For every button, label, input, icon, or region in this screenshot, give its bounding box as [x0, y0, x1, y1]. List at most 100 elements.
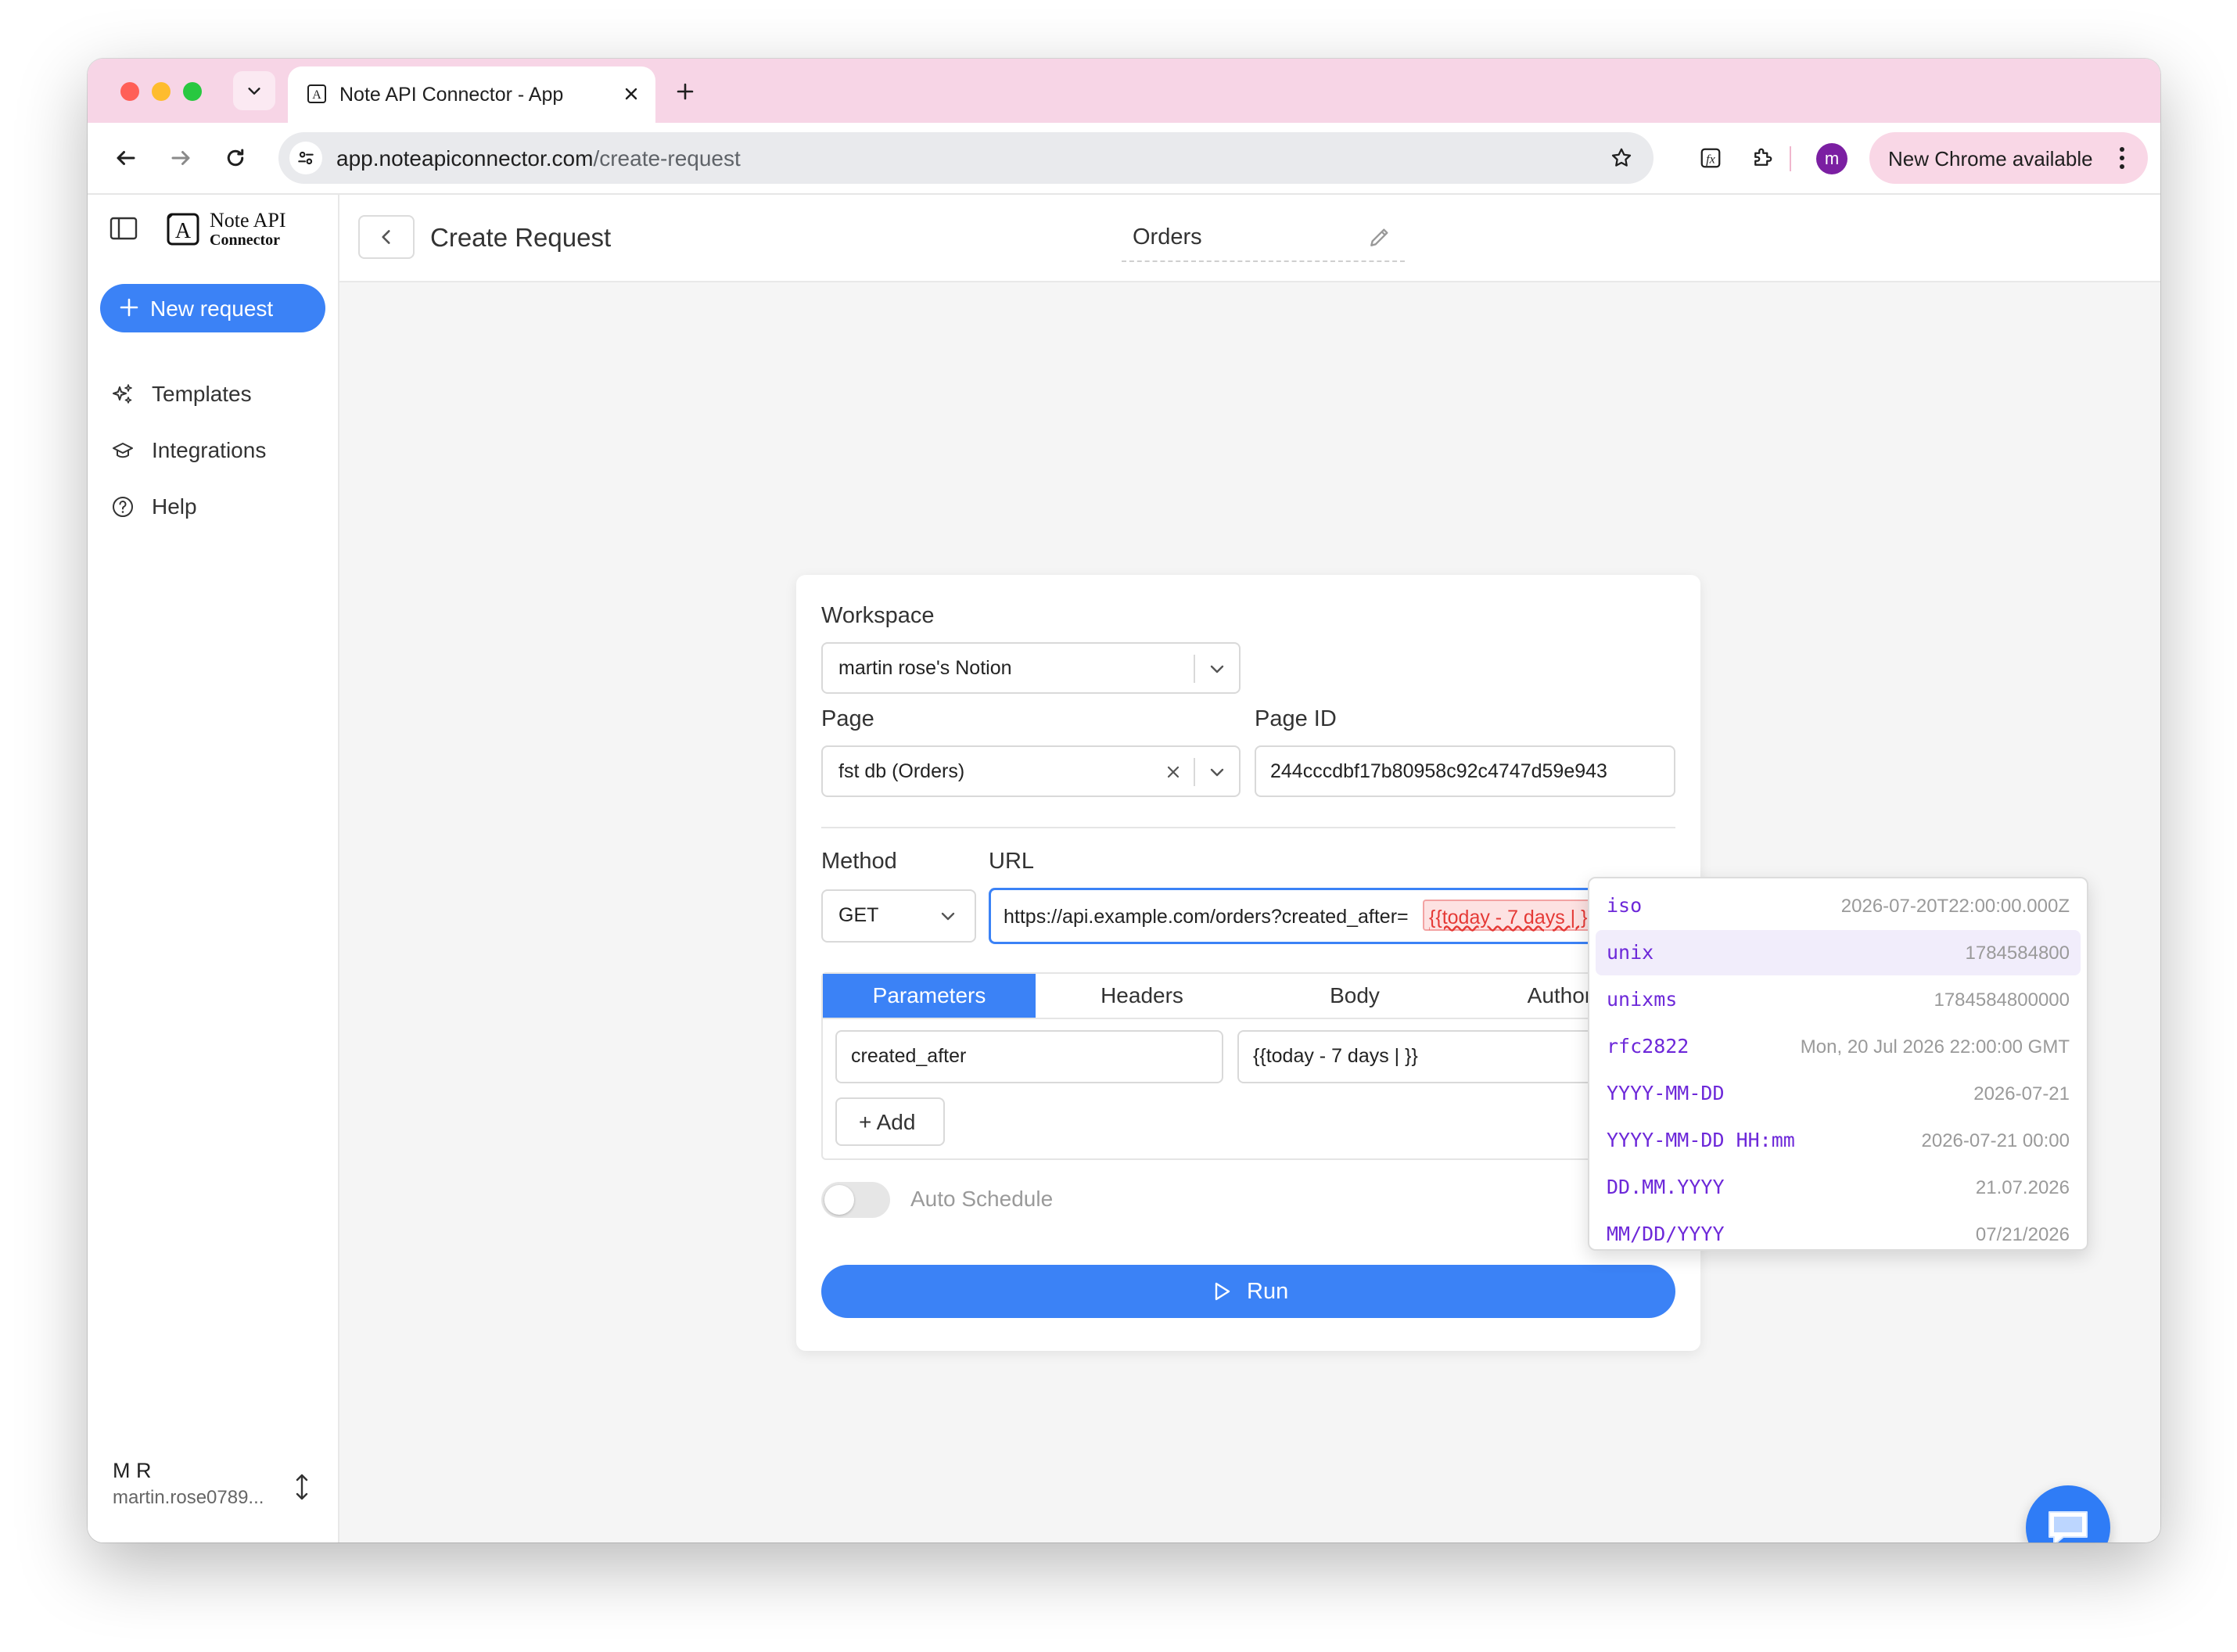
page-id-input[interactable]: 244cccdbf17b80958c92c4747d59e943 — [1255, 745, 1675, 797]
user-email: martin.rose0789... — [113, 1487, 264, 1508]
param-value-value: {{today - 7 days | }} — [1253, 1045, 1418, 1067]
format-name: iso — [1607, 894, 1643, 917]
format-preview: 2026-07-21 00:00 — [1921, 1130, 2070, 1151]
chat-support-button[interactable] — [2026, 1485, 2110, 1542]
sidebar-item-help[interactable]: Help — [111, 486, 322, 526]
back-button[interactable] — [108, 140, 144, 176]
format-preview: 2026-07-21 — [1973, 1083, 2070, 1104]
page-select[interactable]: fst db (Orders) — [821, 745, 1241, 797]
puzzle-icon — [1754, 148, 1772, 166]
sidebar-item-templates[interactable]: Templates — [111, 373, 322, 414]
url-input[interactable]: https://api.example.com/orders?created_a… — [989, 888, 1675, 944]
request-name: Orders — [1133, 224, 1202, 250]
browser-toolbar: app.noteapiconnector.com/create-request … — [88, 123, 2160, 195]
sidebar: A Note API Connector New request Templat… — [88, 195, 339, 1542]
plus-icon — [677, 83, 694, 100]
address-text: app.noteapiconnector.com/create-request — [336, 146, 741, 171]
svg-text:A: A — [175, 219, 192, 243]
format-option-iso[interactable]: iso 2026-07-20T22:00:00.000Z — [1596, 883, 2081, 928]
header-back-button[interactable] — [358, 215, 415, 259]
site-info-button[interactable] — [289, 142, 322, 174]
close-window-button[interactable] — [120, 82, 139, 101]
workspace-label: Workspace — [821, 603, 935, 628]
tab-body[interactable]: Body — [1248, 974, 1461, 1018]
pencil-icon[interactable] — [1367, 224, 1392, 250]
tab-search-button[interactable] — [233, 71, 275, 110]
sparkles-icon — [113, 384, 132, 404]
forward-button[interactable] — [163, 140, 199, 176]
extensions-button[interactable] — [1744, 140, 1780, 176]
profile-avatar[interactable]: m — [1816, 143, 1847, 174]
format-preview: 07/21/2026 — [1975, 1224, 2070, 1245]
logo-subtitle: Connector — [210, 232, 280, 249]
function-icon: fx — [1700, 148, 1721, 168]
chevron-down-icon — [941, 912, 955, 921]
clear-icon[interactable] — [1164, 763, 1183, 781]
method-label: Method — [821, 849, 897, 874]
sidebar-item-integrations[interactable]: Integrations — [111, 429, 322, 470]
format-preview: 1784584800 — [1965, 943, 2070, 964]
param-key-value: created_after — [851, 1045, 967, 1067]
more-vert-icon — [2120, 147, 2124, 169]
tab-strip: A Note API Connector - App — [88, 59, 2160, 123]
param-key-input[interactable]: created_after — [835, 1030, 1223, 1083]
browser-tab[interactable]: A Note API Connector - App — [288, 66, 655, 123]
url-input-value: https://api.example.com/orders?created_a… — [1004, 906, 1409, 928]
add-parameter-label: + Add — [859, 1110, 916, 1134]
new-tab-button[interactable] — [668, 74, 702, 109]
tab-headers[interactable]: Headers — [1036, 974, 1248, 1018]
minimize-window-button[interactable] — [152, 82, 171, 101]
app-area: A Note API Connector New request Templat… — [88, 195, 2160, 1542]
arrow-left-icon — [117, 151, 135, 165]
maximize-window-button[interactable] — [183, 82, 202, 101]
close-icon — [625, 88, 637, 100]
auto-schedule-toggle[interactable] — [821, 1182, 890, 1218]
new-request-label: New request — [150, 296, 274, 321]
play-icon — [1215, 1282, 1230, 1301]
format-preview: 21.07.2026 — [1975, 1177, 2070, 1198]
request-name-field[interactable]: Orders — [1122, 214, 1405, 262]
reload-icon — [227, 149, 244, 167]
arrow-right-icon — [171, 151, 190, 165]
toggle-knob — [824, 1185, 854, 1215]
page-title: Create Request — [430, 223, 612, 252]
sidebar-toggle-icon[interactable] — [110, 217, 138, 240]
tab-title: Note API Connector - App — [339, 84, 564, 106]
address-bar[interactable]: app.noteapiconnector.com/create-request — [278, 132, 1654, 184]
bookmark-button[interactable] — [1605, 142, 1638, 174]
chrome-update-button[interactable]: New Chrome available — [1869, 132, 2148, 184]
format-preview: 1784584800000 — [1934, 989, 2070, 1011]
formula-extension-button[interactable]: fx — [1693, 140, 1729, 176]
app-favicon-icon: A — [307, 84, 326, 103]
chat-bubble-icon — [2048, 1511, 2088, 1542]
method-select[interactable]: GET — [821, 889, 976, 943]
format-option-yyyy-mm-dd[interactable]: YYYY-MM-DD 2026-07-21 — [1596, 1071, 2081, 1116]
format-option-unix[interactable]: unix 1784584800 — [1596, 930, 2081, 975]
format-option-yyyy-mm-dd-hh-mm[interactable]: YYYY-MM-DD HH:mm 2026-07-21 00:00 — [1596, 1118, 2081, 1163]
close-tab-button[interactable] — [619, 82, 643, 106]
toolbar-divider — [1790, 146, 1791, 171]
tab-parameters[interactable]: Parameters — [823, 974, 1036, 1018]
new-request-button[interactable]: New request — [100, 284, 325, 332]
chevron-up-down-icon[interactable] — [293, 1471, 311, 1503]
chevron-left-icon — [382, 230, 390, 244]
user-name: M R — [113, 1459, 152, 1482]
reload-button[interactable] — [217, 140, 253, 176]
sidebar-item-label: Templates — [152, 382, 252, 406]
format-name: MM/DD/YYYY — [1607, 1223, 1725, 1245]
format-option-dd-mm-yyyy[interactable]: DD.MM.YYYY 21.07.2026 — [1596, 1165, 2081, 1210]
format-name: rfc2822 — [1607, 1035, 1689, 1058]
chrome-update-label: New Chrome available — [1888, 147, 2093, 171]
format-option-mm-dd-yyyy[interactable]: MM/DD/YYYY 07/21/2026 — [1596, 1212, 2081, 1249]
format-name: unix — [1607, 941, 1654, 964]
workspace-select[interactable]: martin rose's Notion — [821, 642, 1241, 694]
browser-window: A Note API Connector - App app.noteapico… — [88, 59, 2160, 1542]
run-button[interactable]: Run — [821, 1265, 1675, 1318]
format-option-rfc2822[interactable]: rfc2822 Mon, 20 Jul 2026 22:00:00 GMT — [1596, 1024, 2081, 1069]
svg-text:A: A — [312, 88, 321, 102]
format-option-unixms[interactable]: unixms 1784584800000 — [1596, 977, 2081, 1022]
run-label: Run — [1247, 1279, 1289, 1304]
add-parameter-button[interactable]: + Add — [835, 1097, 945, 1146]
date-format-dropdown: iso 2026-07-20T22:00:00.000Z unix 178458… — [1588, 877, 2088, 1251]
chevron-down-icon — [248, 88, 260, 95]
